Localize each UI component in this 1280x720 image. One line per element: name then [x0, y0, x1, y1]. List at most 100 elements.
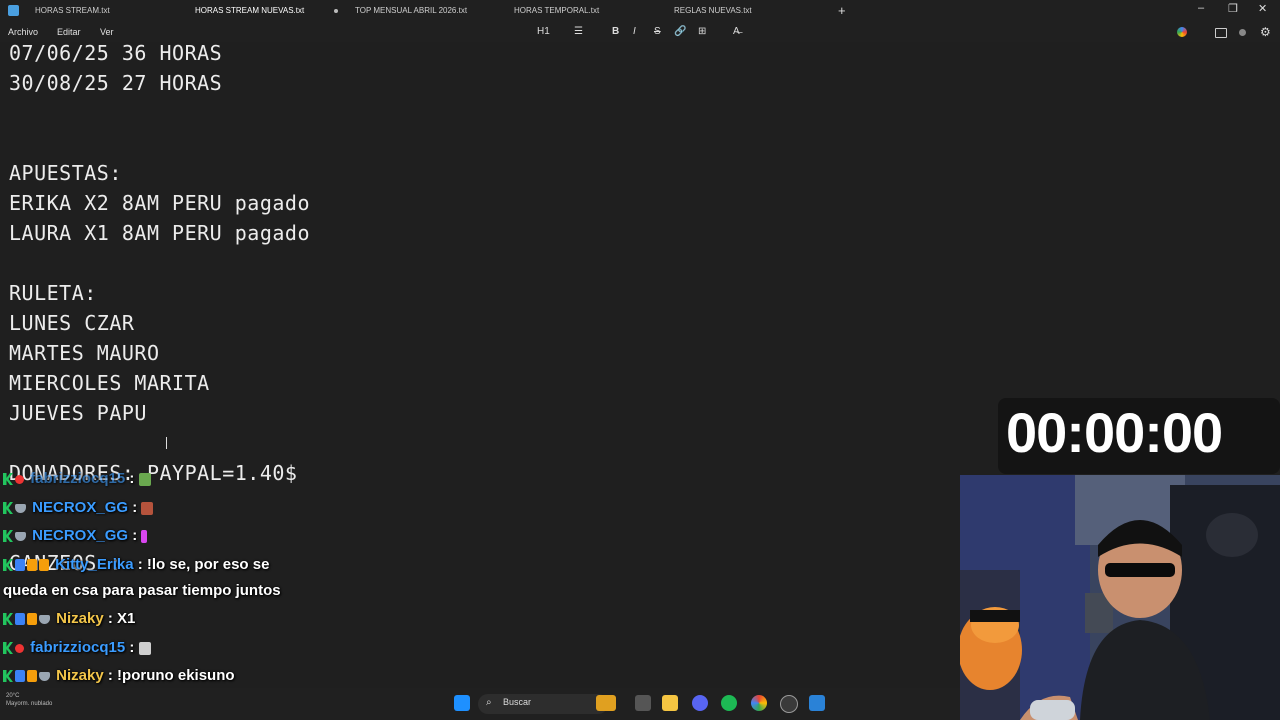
- menu-bar: Archivo Editar Ver H1 ☰ B I S 🔗 ⊞ A̶ ⚙: [0, 22, 1280, 42]
- taskbar-search-input[interactable]: [478, 694, 608, 714]
- gift-badge-icon: [27, 613, 37, 626]
- chat-separator: :: [103, 667, 113, 684]
- chat-separator: :: [128, 527, 138, 544]
- new-tab-button[interactable]: +: [838, 3, 846, 18]
- moderator-badge-icon: [3, 670, 13, 683]
- tab-horas-stream[interactable]: HORAS STREAM.txt: [35, 0, 110, 22]
- file-explorer-icon[interactable]: [662, 695, 678, 711]
- weather-temp: 20°C: [6, 693, 20, 699]
- table-icon[interactable]: ⊞: [698, 25, 706, 39]
- chat-username: fabrizziocq15: [30, 639, 126, 656]
- search-icon: ⌕: [486, 697, 492, 708]
- maximize-button[interactable]: ❐: [1228, 2, 1238, 15]
- vip-badge-icon: [15, 559, 25, 572]
- spotify-icon[interactable]: [721, 695, 737, 711]
- copilot-icon[interactable]: [1177, 27, 1187, 37]
- menu-editar[interactable]: Editar: [57, 22, 81, 42]
- chat-username: NECROX_GG: [32, 527, 129, 544]
- tab-horas-temporal[interactable]: HORAS TEMPORAL.txt: [514, 0, 599, 22]
- chat-username: Nizaky: [56, 667, 104, 684]
- subscriber-badge-icon: [15, 474, 24, 484]
- vip-badge-icon: [15, 670, 25, 683]
- settings-gear-icon[interactable]: ⚙: [1260, 25, 1271, 39]
- tab-reglas-nuevas[interactable]: REGLAS NUEVAS.txt: [674, 0, 752, 22]
- chrome-icon[interactable]: [751, 695, 767, 711]
- notepad-app-icon: [8, 5, 19, 16]
- editor-line: JUEVES PAPU: [9, 401, 147, 425]
- minimize-button[interactable]: –: [1198, 2, 1204, 14]
- chat-separator: :: [103, 610, 113, 627]
- chat-username: fabrizziocq15: [30, 470, 126, 487]
- webcam-image: [960, 475, 1280, 720]
- moderator-badge-icon: [3, 473, 13, 486]
- account-icon[interactable]: [1239, 29, 1246, 36]
- task-view-icon[interactable]: [635, 695, 651, 711]
- sub-badge-icon: [39, 559, 49, 572]
- italic-button[interactable]: I: [633, 25, 636, 39]
- chat-text: X1: [117, 610, 136, 627]
- cat-badge-icon: [15, 503, 26, 513]
- chat-message: NECROX_GG :: [3, 496, 154, 520]
- mouse-cursor-icon: [166, 437, 167, 449]
- editor-line: 30/08/25 27 HORAS: [9, 71, 223, 95]
- obs-icon[interactable]: [780, 695, 798, 713]
- chat-text: queda en csa para pasar tiempo juntos: [3, 582, 281, 599]
- chat-separator: :: [128, 499, 138, 516]
- weather-text: Mayorm. nublado: [6, 701, 53, 707]
- cat-badge-icon: [39, 671, 50, 681]
- tab-horas-stream-nuevas[interactable]: HORAS STREAM NUEVAS.txt: [195, 0, 304, 22]
- heading-dropdown[interactable]: H1: [537, 25, 550, 39]
- unsaved-dot-icon: [334, 9, 338, 13]
- share-icon[interactable]: [1215, 28, 1227, 38]
- menu-archivo[interactable]: Archivo: [8, 22, 38, 42]
- editor-line: ERIKA X2 8AM PERU pagado: [9, 191, 310, 215]
- chat-separator: :: [133, 556, 143, 573]
- emote-icon: [138, 472, 151, 486]
- emote-icon: [141, 529, 148, 543]
- webcam-feed: [960, 475, 1280, 720]
- chat-username: NECROX_GG: [32, 499, 129, 516]
- notepad-taskbar-icon[interactable]: [809, 695, 825, 711]
- chat-separator: :: [125, 470, 135, 487]
- emote-icon: [138, 641, 151, 655]
- vip-badge-icon: [15, 613, 25, 626]
- chat-text: !lo se, por eso se: [146, 556, 270, 573]
- gift-badge-icon: [27, 559, 37, 572]
- chat-message: fabrizziocq15 :: [3, 636, 151, 660]
- moderator-badge-icon: [3, 559, 13, 572]
- cat-badge-icon: [39, 614, 50, 624]
- editor-line: LUNES CZAR: [9, 311, 135, 335]
- close-button[interactable]: ✕: [1258, 2, 1267, 15]
- bold-button[interactable]: B: [612, 25, 619, 39]
- chat-message: NECROX_GG :: [3, 524, 148, 548]
- search-placeholder: Buscar: [503, 697, 532, 707]
- editor-line: APUESTAS:: [9, 161, 122, 185]
- chat-text: !poruno ekisuno: [117, 667, 235, 684]
- moderator-badge-icon: [3, 502, 13, 515]
- windows-start-icon[interactable]: [454, 695, 470, 711]
- clear-format-icon[interactable]: A̶: [733, 25, 740, 39]
- moderator-badge-icon: [3, 530, 13, 543]
- weather-widget[interactable]: 20°C Mayorm. nublado: [6, 692, 52, 708]
- editor-line: RULETA:: [9, 281, 97, 305]
- chat-message: fabrizziocq15 :: [3, 467, 151, 491]
- list-dropdown-icon[interactable]: ☰: [574, 25, 583, 39]
- editor-line: LAURA X1 8AM PERU pagado: [9, 221, 310, 245]
- link-icon[interactable]: 🔗: [674, 25, 686, 39]
- editor-line: MARTES MAURO: [9, 341, 160, 365]
- chat-username: Nizaky: [56, 610, 104, 627]
- tab-top-mensual[interactable]: TOP MENSUAL ABRIL 2026.txt: [355, 0, 467, 22]
- chat-username: Kitty_Erika: [55, 556, 134, 573]
- emote-icon: [141, 501, 154, 515]
- strikethrough-button[interactable]: S: [654, 25, 661, 39]
- menu-ver[interactable]: Ver: [100, 22, 114, 42]
- gift-badge-icon: [27, 670, 37, 683]
- moderator-badge-icon: [3, 613, 13, 626]
- editor-line: MIERCOLES MARITA: [9, 371, 210, 395]
- chat-message: Nizaky : X1: [3, 607, 135, 631]
- search-highlight-icon: [596, 695, 616, 711]
- chat-message-continuation: queda en csa para pasar tiempo juntos: [3, 579, 281, 603]
- stream-timer: 00:00:00: [1006, 401, 1223, 464]
- discord-icon[interactable]: [692, 695, 708, 711]
- moderator-badge-icon: [3, 642, 13, 655]
